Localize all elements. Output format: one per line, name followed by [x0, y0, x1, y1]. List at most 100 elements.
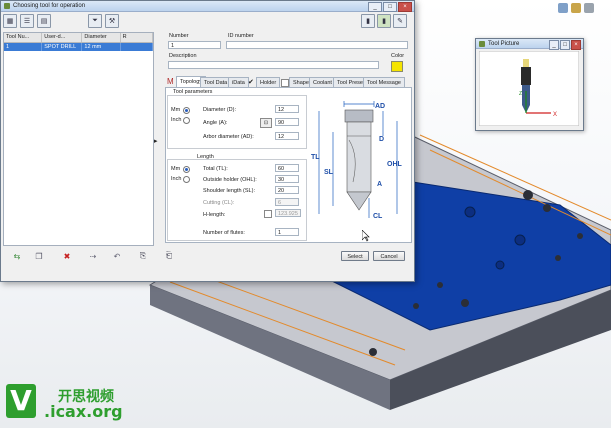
- axis-x-label: X: [553, 112, 557, 118]
- import-icon[interactable]: ⎗: [163, 250, 175, 262]
- maximize-button[interactable]: □: [383, 2, 397, 12]
- diameter-field[interactable]: 12: [275, 105, 299, 113]
- h-length-field[interactable]: 123.925: [275, 209, 301, 217]
- mouse-cursor-icon: [362, 230, 370, 242]
- cutting-length-label: Cutting (CL):: [203, 200, 235, 206]
- tool-picture-window: Tool Picture _ □ × X Z: [475, 38, 584, 131]
- dialog-title: Choosing tool for operation: [13, 3, 86, 9]
- copy-tool-icon[interactable]: ❐: [33, 250, 45, 262]
- close-button[interactable]: ×: [571, 40, 581, 50]
- tool-library-icon[interactable]: ⚒: [105, 14, 119, 28]
- shoulder-length-field[interactable]: 20: [275, 186, 299, 194]
- close-button[interactable]: ×: [398, 2, 412, 12]
- maximize-button[interactable]: □: [560, 40, 570, 50]
- view-triad-icon[interactable]: [558, 3, 568, 13]
- arbor-diameter-label: Arbor diameter (AD):: [203, 134, 254, 140]
- tool-list-grid: Tool Nu... User-d... Diameter R 1 SPOT D…: [3, 32, 154, 246]
- column-header[interactable]: Tool Nu...: [4, 33, 43, 42]
- description-label: Description: [169, 53, 197, 59]
- color-swatch[interactable]: [391, 61, 403, 72]
- pin-icon[interactable]: ✎: [393, 14, 407, 28]
- diagram-label-cl: CL: [373, 213, 383, 220]
- cell-tool-number: 1: [4, 43, 43, 51]
- tool-drill-icon[interactable]: ▮: [377, 14, 391, 28]
- minimize-button[interactable]: _: [368, 2, 382, 12]
- delete-tool-icon[interactable]: ✖: [61, 250, 73, 262]
- list-view-icon[interactable]: ☰: [20, 14, 34, 28]
- tool-mill-icon[interactable]: ▮: [361, 14, 375, 28]
- tab-tool-data[interactable]: Tool Data: [200, 77, 232, 87]
- unit-inch-radio[interactable]: [183, 117, 190, 124]
- tool-list-header: Tool Nu... User-d... Diameter R: [4, 33, 154, 43]
- shape-checkbox[interactable]: [281, 79, 289, 87]
- id-number-label: ID number: [228, 33, 254, 39]
- diagram-label-ohl: OHL: [387, 161, 403, 168]
- renumber-icon[interactable]: ⇢: [87, 250, 99, 262]
- logo-v-mark: V: [6, 384, 36, 418]
- cancel-button[interactable]: Cancel: [373, 251, 405, 261]
- unit-mm-label: Mm: [171, 107, 181, 113]
- load-tool-icon[interactable]: ⇆: [11, 250, 23, 262]
- collapse-arrow-icon[interactable]: ▸: [154, 137, 158, 145]
- watermark-site-text: .icax.org: [44, 402, 123, 421]
- length-unit-inch-radio[interactable]: [183, 176, 190, 183]
- tool-dimension-diagram: AD D TL SL OHL A CL: [311, 101, 403, 220]
- select-button[interactable]: Select: [341, 251, 369, 261]
- tab-tool-message[interactable]: Tool Message: [363, 77, 405, 87]
- choosing-tool-dialog: Choosing tool for operation _ □ × ▦ ☰ ▤ …: [0, 0, 415, 282]
- cutting-length-field[interactable]: 6: [275, 198, 299, 206]
- angle-picker-button[interactable]: ⊡: [260, 118, 272, 128]
- shoulder-length-label: Shoulder length (SL):: [203, 188, 255, 194]
- diagram-label-sl: SL: [324, 169, 334, 176]
- description-field[interactable]: [168, 61, 379, 69]
- arbor-diameter-field[interactable]: 12: [275, 132, 299, 140]
- id-number-field[interactable]: [226, 41, 408, 49]
- tab-idata[interactable]: iData: [228, 77, 249, 87]
- diagram-label-ad: AD: [375, 103, 385, 110]
- table-row[interactable]: 1 SPOT DRILL 12 mm: [4, 43, 154, 51]
- cell-r: [121, 43, 154, 51]
- app-icon: [4, 3, 10, 9]
- details-view-icon[interactable]: ▤: [37, 14, 51, 28]
- number-label: Number: [169, 33, 189, 39]
- diagram-label-d: D: [379, 136, 384, 143]
- tab-holder[interactable]: Holder: [256, 77, 281, 87]
- h-length-checkbox[interactable]: [264, 210, 272, 218]
- length-unit-inch-label: Inch: [171, 176, 182, 182]
- filter-icon[interactable]: ⏷: [88, 14, 102, 28]
- watermark-logo: V 开思视频 .icax.org: [6, 384, 176, 422]
- column-header[interactable]: User-d...: [42, 33, 83, 42]
- minimize-button[interactable]: _: [549, 40, 559, 50]
- unit-inch-label: Inch: [171, 117, 182, 123]
- check-icon: ✔: [248, 79, 254, 86]
- angle-field[interactable]: 90: [275, 118, 299, 126]
- topology-icon: M: [167, 77, 174, 86]
- length-unit-mm-label: Mm: [171, 166, 181, 172]
- tool-picture-title: Tool Picture: [488, 40, 520, 47]
- number-field[interactable]: 1: [168, 41, 221, 49]
- diagram-label-tl: TL: [311, 154, 320, 161]
- dialog-right-toolbar: ▮ ▮ ✎: [361, 14, 407, 28]
- column-header[interactable]: R: [121, 33, 154, 42]
- axis-z-label: Z: [519, 91, 522, 97]
- tab-coolant[interactable]: Coolant: [309, 77, 336, 87]
- cell-diameter: 12 mm: [82, 43, 121, 51]
- undo-icon[interactable]: ↶: [111, 250, 123, 262]
- export-icon[interactable]: ⎘: [137, 250, 149, 262]
- column-header[interactable]: Diameter: [82, 33, 121, 42]
- total-length-field[interactable]: 60: [275, 164, 299, 172]
- view-orient-icon[interactable]: [571, 3, 581, 13]
- tool-preview-canvas: X Z: [479, 51, 579, 126]
- grid-view-icon[interactable]: ▦: [3, 14, 17, 28]
- view-settings-icon[interactable]: [584, 3, 594, 13]
- flutes-field[interactable]: 1: [275, 228, 299, 236]
- diameter-label: Diameter (D):: [203, 107, 237, 113]
- h-length-label: H-length:: [203, 212, 226, 218]
- app-icon: [479, 40, 485, 47]
- unit-mm-radio[interactable]: [183, 107, 190, 114]
- length-unit-mm-radio[interactable]: [183, 166, 190, 173]
- cell-user-defined: SPOT DRILL: [42, 43, 83, 51]
- color-label: Color: [391, 53, 405, 59]
- dialog-titlebar: Choosing tool for operation _ □ ×: [1, 1, 414, 12]
- outside-holder-field[interactable]: 30: [275, 175, 299, 183]
